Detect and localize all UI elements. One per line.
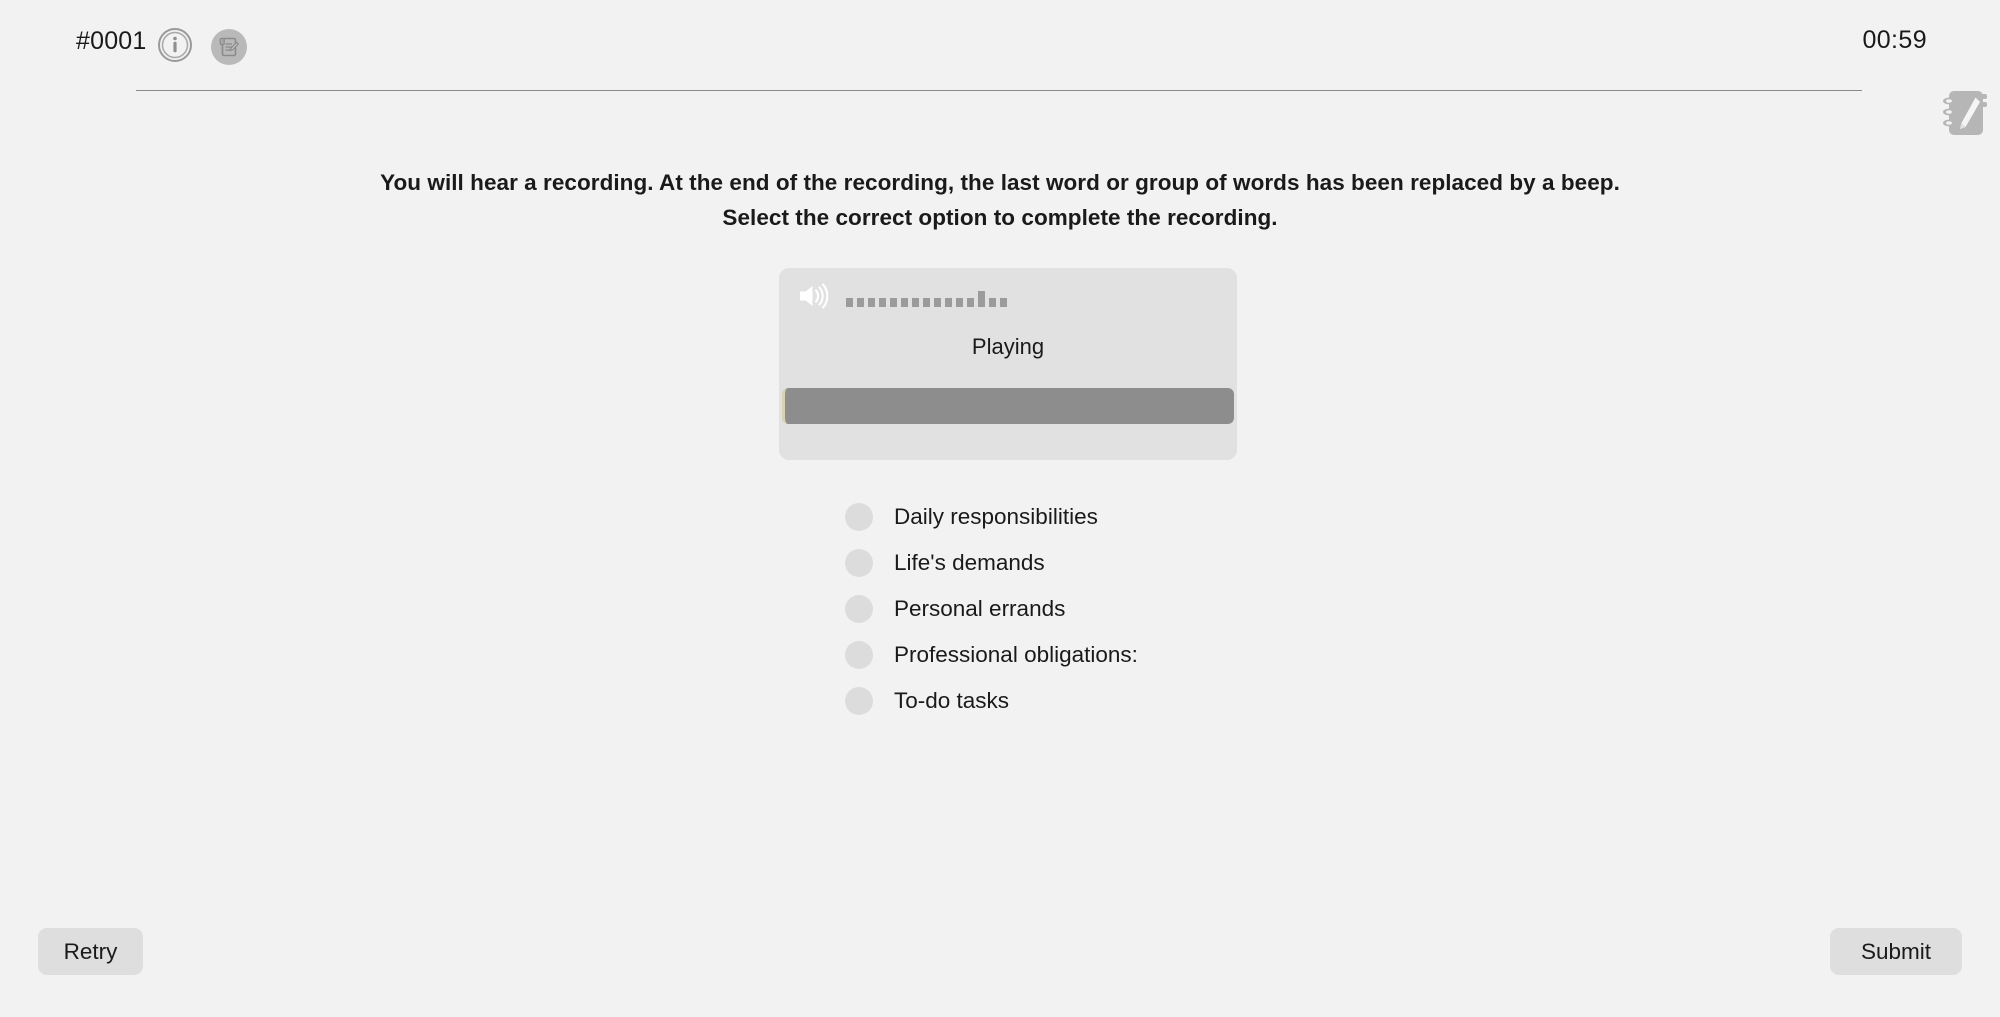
option-label: Daily responsibilities [894, 504, 1098, 529]
options-list: Daily responsibilities Life's demands Pers… [845, 494, 1138, 724]
audio-progress-track[interactable] [782, 388, 1234, 424]
notepad-pencil-icon [1943, 91, 1987, 135]
notes-toggle-button[interactable] [211, 29, 247, 65]
equalizer-bar [846, 298, 853, 307]
speaker-volume-icon[interactable] [792, 276, 832, 316]
question-id: #0001 [76, 27, 147, 55]
countdown-timer: 00:59 [1862, 26, 1927, 54]
audio-progress-fill [782, 388, 1234, 424]
submit-button[interactable]: Submit [1830, 928, 1962, 975]
option-radio[interactable] [845, 503, 873, 531]
equalizer-bar [978, 291, 985, 307]
equalizer-bar [923, 298, 930, 307]
equalizer-bar [868, 298, 875, 307]
retry-button[interactable]: Retry [38, 928, 143, 975]
audio-progress-row [779, 388, 1237, 424]
option-radio[interactable] [845, 595, 873, 623]
option-radio[interactable] [845, 687, 873, 715]
option-radio[interactable] [845, 641, 873, 669]
option-label: To-do tasks [894, 688, 1010, 713]
equalizer-bar [890, 298, 897, 307]
equalizer-bar [857, 298, 864, 307]
info-icon[interactable] [158, 28, 192, 62]
instructions-line-2: Select the correct option to complete th… [722, 205, 1278, 230]
equalizer-bar [945, 298, 952, 307]
equalizer-bar [1000, 298, 1007, 307]
audio-equalizer [846, 291, 1007, 307]
equalizer-bar [912, 298, 919, 307]
option-row[interactable]: To-do tasks [845, 678, 1138, 724]
equalizer-bar [934, 298, 941, 307]
equalizer-bar [901, 298, 908, 307]
equalizer-bar [956, 298, 963, 307]
header-bar: #0001 00:59 [0, 0, 2000, 92]
equalizer-bar [967, 298, 974, 307]
instructions-line-1: You will hear a recording. At the end of… [380, 170, 1620, 195]
audio-status-label: Playing [971, 334, 1045, 359]
audio-player-card: Playing [779, 268, 1237, 460]
option-label: Professional obligations: [894, 642, 1138, 667]
header-divider [136, 90, 1862, 91]
option-label: Life's demands [894, 550, 1045, 575]
instructions-text: You will hear a recording. At the end of… [0, 165, 2000, 235]
option-row[interactable]: Daily responsibilities [845, 494, 1138, 540]
equalizer-bar [989, 298, 996, 307]
notepad-floating-button[interactable] [1930, 85, 2000, 143]
option-row[interactable]: Life's demands [845, 540, 1138, 586]
option-row[interactable]: Professional obligations: [845, 632, 1138, 678]
option-row[interactable]: Personal errands [845, 586, 1138, 632]
option-label: Personal errands [894, 596, 1066, 621]
notepad-pencil-icon [219, 37, 239, 57]
audio-player-top [779, 268, 1237, 326]
audio-player: Playing [779, 268, 1237, 460]
option-radio[interactable] [845, 549, 873, 577]
equalizer-bar [879, 298, 886, 307]
